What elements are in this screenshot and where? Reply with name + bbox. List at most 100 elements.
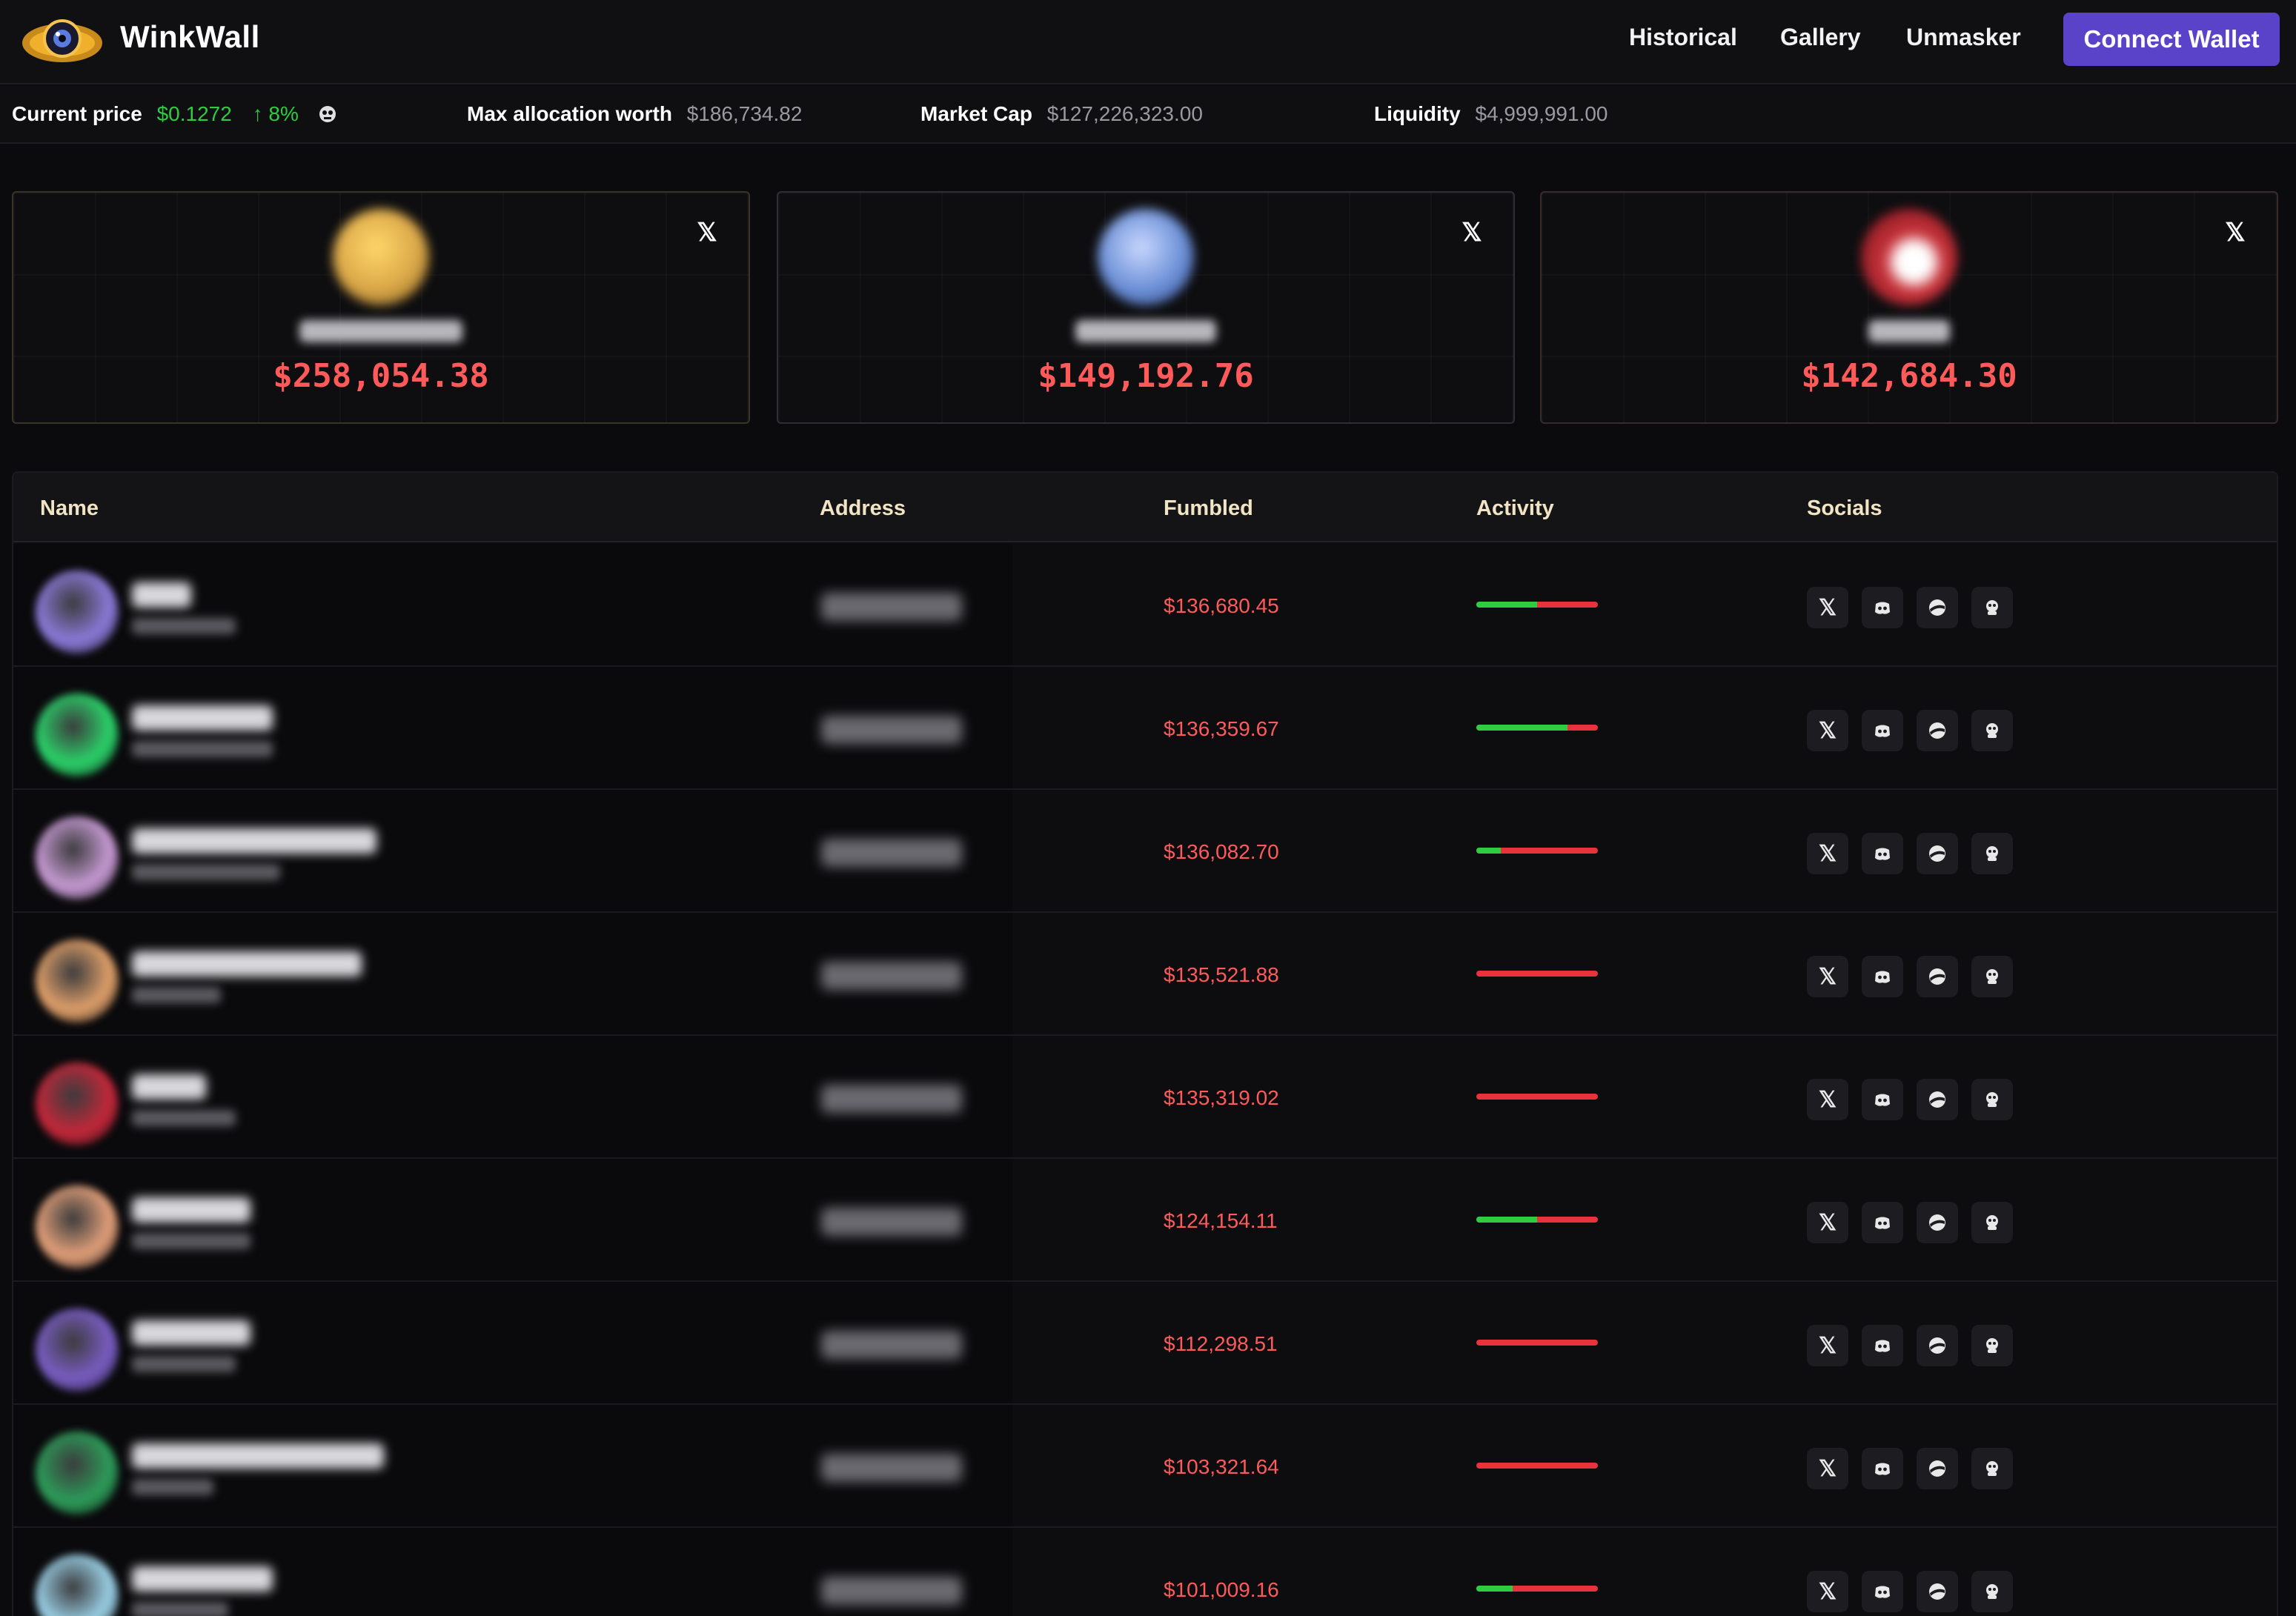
winkwall-logo-icon[interactable] (21, 9, 104, 74)
telegram-icon[interactable] (1971, 1448, 2013, 1489)
blurred-username[interactable] (132, 1074, 206, 1100)
socials-group: 𝕏 (1807, 956, 2013, 997)
globe-icon[interactable] (1917, 710, 1958, 751)
telegram-icon[interactable] (1971, 833, 2013, 874)
card-fumbled-value: $149,192.76 (1038, 357, 1254, 395)
globe-icon[interactable] (1917, 1079, 1958, 1120)
nav-unmasker[interactable]: Unmasker (1906, 24, 2021, 51)
blurred-username[interactable] (132, 828, 376, 854)
discord-icon[interactable] (1862, 1079, 1903, 1120)
globe-icon[interactable] (1917, 1448, 1958, 1489)
discord-icon[interactable] (1862, 1448, 1903, 1489)
fumbled-value: $124,154.11 (1164, 1209, 1278, 1232)
fumbled-value: $112,298.51 (1164, 1332, 1278, 1355)
table-row[interactable]: $136,082.70 𝕏 (13, 790, 2277, 913)
blurred-address[interactable] (821, 1208, 962, 1236)
avatar[interactable] (36, 1432, 119, 1514)
x-icon[interactable]: 𝕏 (1460, 220, 1484, 245)
blurred-username[interactable] (132, 1320, 250, 1346)
nav-historical[interactable]: Historical (1629, 24, 1737, 51)
blurred-address[interactable] (821, 1085, 962, 1113)
blurred-address[interactable] (821, 1454, 962, 1482)
avatar[interactable] (36, 817, 119, 900)
discord-icon[interactable] (1862, 710, 1903, 751)
blurred-handle (132, 1233, 250, 1249)
discord-icon[interactable] (1862, 1325, 1903, 1366)
blurred-address[interactable] (821, 716, 962, 744)
blurred-address[interactable] (821, 1331, 962, 1359)
blurred-username[interactable] (132, 705, 273, 731)
x-icon[interactable]: 𝕏 (1807, 587, 1848, 628)
avatar[interactable] (36, 1063, 119, 1146)
x-icon[interactable]: 𝕏 (1807, 1448, 1848, 1489)
discord-icon[interactable] (1862, 956, 1903, 997)
discord-icon[interactable] (1862, 587, 1903, 628)
x-icon[interactable]: 𝕏 (2223, 220, 2247, 245)
avatar[interactable] (36, 694, 119, 777)
x-icon[interactable]: 𝕏 (695, 220, 719, 245)
table-row[interactable]: $124,154.11 𝕏 (13, 1159, 2277, 1282)
x-icon[interactable]: 𝕏 (1807, 1202, 1848, 1243)
table-row[interactable]: $101,009.16 𝕏 (13, 1528, 2277, 1616)
discord-icon[interactable] (1862, 1571, 1903, 1612)
blurred-address[interactable] (821, 839, 962, 867)
table-row[interactable]: $136,680.45 𝕏 (13, 544, 2277, 667)
socials-group: 𝕏 (1807, 1571, 2013, 1612)
x-icon[interactable]: 𝕏 (1807, 956, 1848, 997)
telegram-icon[interactable] (1971, 1571, 2013, 1612)
column-fumbled[interactable]: Fumbled (1164, 496, 1253, 521)
blurred-username[interactable] (132, 1566, 273, 1592)
discord-icon[interactable] (1862, 1202, 1903, 1243)
activity-bar-fill (1476, 725, 1567, 731)
fumbled-value: $135,319.02 (1164, 1086, 1279, 1109)
table-row[interactable]: $136,359.67 𝕏 (13, 667, 2277, 790)
x-icon[interactable]: 𝕏 (1807, 1571, 1848, 1612)
telegram-icon[interactable] (1971, 1202, 2013, 1243)
brand-name[interactable]: WinkWall (120, 19, 260, 55)
avatar[interactable] (36, 1186, 119, 1268)
table-row[interactable]: $135,521.88 𝕏 (13, 913, 2277, 1036)
telegram-icon[interactable] (1971, 710, 2013, 751)
telegram-icon[interactable] (1971, 587, 2013, 628)
x-icon[interactable]: 𝕏 (1807, 1079, 1848, 1120)
column-socials[interactable]: Socials (1807, 496, 1882, 521)
avatar[interactable] (36, 1309, 119, 1391)
blurred-username[interactable] (132, 582, 191, 608)
nav-gallery[interactable]: Gallery (1780, 24, 1861, 51)
avatar[interactable] (36, 571, 119, 654)
connect-wallet-button[interactable]: Connect Wallet (2063, 13, 2280, 66)
fumbled-value: $136,359.67 (1164, 717, 1279, 740)
avatar[interactable] (36, 940, 119, 1023)
blurred-username[interactable] (132, 1443, 384, 1469)
table-row[interactable]: $135,319.02 𝕏 (13, 1036, 2277, 1159)
top-card-2[interactable]: $149,192.76 𝕏 (777, 191, 1515, 424)
x-icon[interactable]: 𝕏 (1807, 710, 1848, 751)
globe-icon[interactable] (1917, 1325, 1958, 1366)
blurred-username[interactable] (132, 1197, 250, 1223)
table-row[interactable]: $112,298.51 𝕏 (13, 1282, 2277, 1405)
x-icon[interactable]: 𝕏 (1807, 833, 1848, 874)
blurred-username[interactable] (132, 951, 362, 977)
globe-icon[interactable] (1917, 1571, 1958, 1612)
stats-bar: Current price $0.1272 ↑ 8% Max allocatio… (0, 86, 2296, 144)
globe-icon[interactable] (1917, 1202, 1958, 1243)
blurred-address[interactable] (821, 962, 962, 990)
column-activity[interactable]: Activity (1476, 496, 1554, 521)
blurred-address[interactable] (821, 1577, 962, 1605)
column-address[interactable]: Address (820, 496, 906, 521)
activity-bar-fill (1476, 1586, 1513, 1592)
table-row[interactable]: $103,321.64 𝕏 (13, 1405, 2277, 1528)
top-card-3[interactable]: $142,684.30 𝕏 (1540, 191, 2278, 424)
x-icon[interactable]: 𝕏 (1807, 1325, 1848, 1366)
telegram-icon[interactable] (1971, 1325, 2013, 1366)
column-name[interactable]: Name (40, 496, 99, 521)
telegram-icon[interactable] (1971, 956, 2013, 997)
telegram-icon[interactable] (1971, 1079, 2013, 1120)
top-card-1[interactable]: $258,054.38 𝕏 (12, 191, 750, 424)
discord-icon[interactable] (1862, 833, 1903, 874)
globe-icon[interactable] (1917, 587, 1958, 628)
globe-icon[interactable] (1917, 833, 1958, 874)
coingecko-icon[interactable] (318, 104, 337, 124)
globe-icon[interactable] (1917, 956, 1958, 997)
blurred-address[interactable] (821, 593, 962, 621)
